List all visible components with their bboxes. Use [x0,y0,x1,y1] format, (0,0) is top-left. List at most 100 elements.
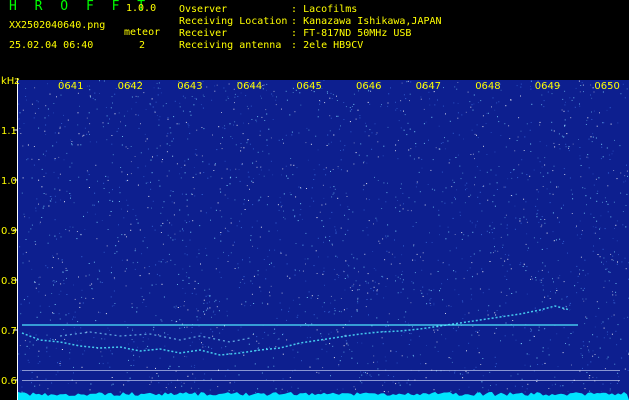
noise-speck [430,298,432,299]
noise-speck [286,319,287,321]
noise-speck [466,350,467,352]
noise-speck [400,291,402,293]
noise-speck [240,113,242,115]
noise-speck [204,373,206,375]
noise-speck [311,295,313,297]
noise-speck [321,220,323,222]
noise-speck [162,259,164,260]
noise-speck [187,309,189,311]
noise-speck [270,137,272,139]
noise-speck [305,263,306,265]
noise-speck [20,133,22,134]
noise-speck [608,154,610,156]
noise-speck [457,154,459,156]
noise-speck [473,253,475,255]
noise-speck [118,240,120,242]
noise-speck [395,150,396,152]
noise-speck [383,391,385,392]
noise-speck [69,166,71,168]
noise-speck [503,186,505,188]
noise-speck [585,124,587,125]
noise-speck [523,263,525,265]
noise-speck [237,263,239,265]
noise-speck [371,132,373,134]
noise-speck [548,354,550,356]
noise-speck [558,144,560,145]
noise-speck [256,166,258,168]
noise-speck [196,154,198,156]
noise-speck [131,306,133,308]
noise-speck [403,316,405,318]
noise-speck [53,103,55,104]
noise-speck [477,309,479,311]
noise-speck [523,198,525,200]
noise-speck [159,88,161,89]
noise-speck [485,123,487,124]
noise-speck [494,366,496,368]
noise-speck [283,216,285,218]
noise-speck [162,159,163,160]
noise-speck [234,93,236,95]
noise-speck [541,166,543,168]
noise-speck [252,181,254,183]
noise-speck [311,187,313,189]
noise-speck [149,292,151,294]
noise-speck [400,100,402,102]
noise-speck [131,303,133,305]
noise-speck [85,297,87,299]
noise-speck [191,327,193,328]
noise-speck [576,265,578,267]
noise-speck [120,121,121,123]
noise-speck [106,245,108,247]
noise-speck [130,223,132,225]
noise-speck [48,115,50,117]
noise-speck [425,363,427,365]
noise-speck [410,210,412,212]
noise-speck [401,334,402,336]
noise-speck [66,322,68,324]
noise-speck [123,217,125,219]
noise-speck [70,195,72,197]
noise-speck [333,268,335,270]
noise-speck [563,204,564,206]
noise-speck [535,279,537,281]
noise-speck [137,167,139,169]
noise-speck [451,361,453,363]
noise-speck [252,283,253,285]
noise-speck [504,254,506,255]
noise-speck [479,203,481,205]
noise-speck [51,293,53,294]
noise-speck [453,181,455,183]
noise-speck [425,121,427,123]
noise-speck [343,309,345,311]
noise-speck [130,365,132,366]
noise-speck [190,231,192,233]
noise-speck [135,114,137,116]
noise-speck [579,105,581,107]
noise-speck [437,271,439,272]
noise-speck [508,288,510,290]
noise-speck [578,139,579,140]
noise-speck [491,229,493,231]
noise-speck [496,310,498,311]
noise-speck [614,251,615,253]
noise-speck [395,275,397,277]
noise-speck [564,90,566,92]
noise-speck [491,106,492,108]
noise-speck [80,234,82,236]
noise-speck [267,196,269,197]
noise-speck [114,303,116,304]
noise-speck [556,333,558,335]
noise-speck [178,123,180,125]
noise-speck [205,212,207,214]
noise-speck [76,238,78,240]
noise-speck [88,263,90,264]
noise-speck [175,305,177,307]
noise-speck [161,161,163,163]
noise-speck [187,375,189,377]
noise-speck [581,233,583,235]
noise-speck [330,295,332,297]
noise-speck [355,118,357,120]
noise-speck [490,252,492,254]
noise-speck [572,198,574,200]
